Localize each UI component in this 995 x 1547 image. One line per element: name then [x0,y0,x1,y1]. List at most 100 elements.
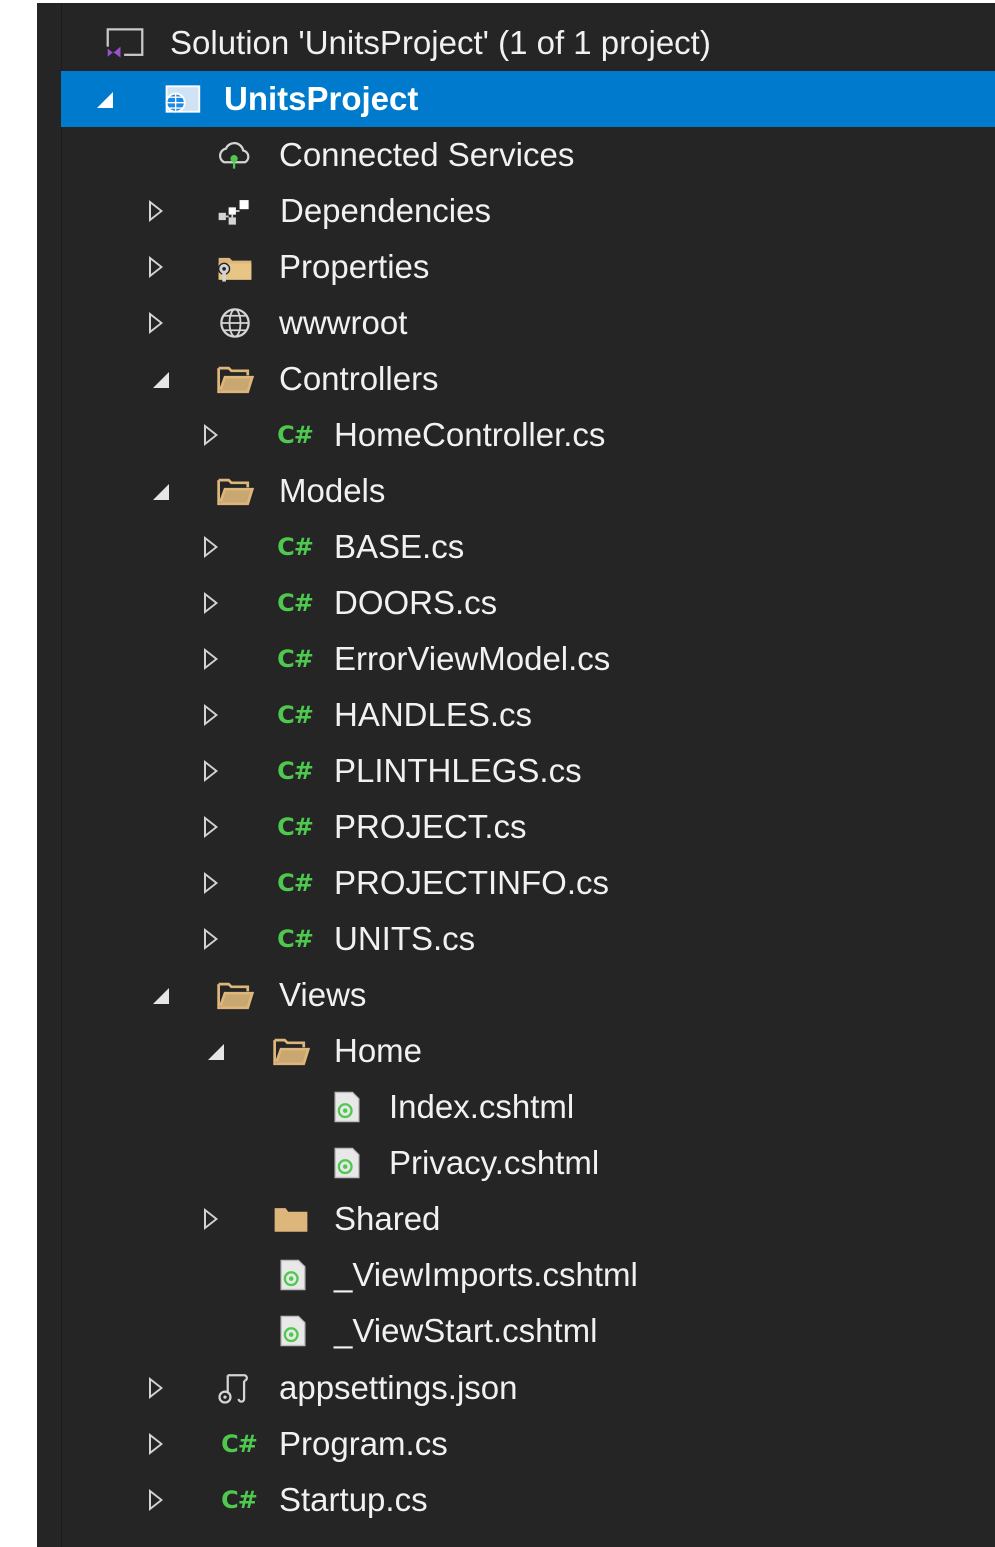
expand-arrow-icon[interactable] [196,631,226,687]
tree-row-dependencies[interactable]: Dependencies [37,183,995,239]
tree-row-solution[interactable]: Solution 'UnitsProject' (1 of 1 project) [37,15,995,71]
tree-label: appsettings.json [279,1369,518,1406]
tree-row-view-imports[interactable]: _ViewImports.cshtml [37,1247,995,1303]
csharp-file-icon: C# [275,585,315,621]
csharp-glyph: C# [221,1486,258,1514]
tree-row-connected-services[interactable]: Connected Services [37,127,995,183]
tree-label: Program.cs [279,1425,448,1462]
tree-label: DOORS.cs [334,584,498,621]
tree-row-home[interactable]: Home [37,1023,995,1079]
tree-row-project[interactable]: UnitsProject [61,71,995,127]
tree-row-handles[interactable]: C# HANDLES.cs [37,687,995,743]
tree-row-units[interactable]: C# UNITS.cs [37,911,995,967]
expand-arrow-icon[interactable] [196,519,226,575]
expand-arrow-icon[interactable] [196,743,226,799]
razor-file-icon [327,1145,367,1181]
expand-arrow-icon[interactable] [196,911,226,967]
tree-label: Dependencies [280,192,491,229]
web-project-icon [162,81,202,117]
tree-row-shared[interactable]: Shared [37,1191,995,1247]
tree-row-error-view-model[interactable]: C# ErrorViewModel.cs [37,631,995,687]
collapse-arrow-icon[interactable] [146,351,176,407]
tree-row-privacy[interactable]: Privacy.cshtml [37,1135,995,1191]
tree-label: ErrorViewModel.cs [334,640,611,677]
csharp-glyph: C# [277,645,314,673]
razor-file-icon [273,1257,313,1293]
tree-row-projectinfo[interactable]: C# PROJECTINFO.cs [37,855,995,911]
csharp-glyph: C# [277,701,314,729]
expand-arrow-icon[interactable] [141,239,171,295]
csharp-glyph: C# [277,757,314,785]
json-settings-file-icon [215,1370,255,1406]
expand-arrow-icon[interactable] [196,799,226,855]
csharp-file-icon: C# [275,921,315,957]
collapse-arrow-icon[interactable] [201,1023,231,1079]
csharp-file-icon: C# [275,417,315,453]
expand-arrow-icon[interactable] [141,1360,171,1416]
solution-label: Solution 'UnitsProject' (1 of 1 project) [170,24,711,61]
tree-row-doors[interactable]: C# DOORS.cs [37,575,995,631]
tree-label: BASE.cs [334,528,465,565]
folder-open-icon [215,361,255,397]
tree-label: HANDLES.cs [334,696,533,733]
tree-label: Controllers [279,360,439,397]
tree-row-properties[interactable]: Properties [37,239,995,295]
tree-row-models[interactable]: Models [37,463,995,519]
tree-label: Views [279,976,367,1013]
globe-icon [215,305,255,341]
expand-arrow-icon[interactable] [196,1191,226,1247]
csharp-glyph: C# [277,813,314,841]
expand-arrow-icon[interactable] [196,407,226,463]
csharp-glyph: C# [277,869,314,897]
razor-file-icon [273,1313,313,1349]
expand-arrow-icon[interactable] [141,295,171,351]
expand-arrow-icon[interactable] [196,855,226,911]
csharp-file-icon: C# [275,865,315,901]
tree-label: UNITS.cs [334,920,476,957]
folder-closed-icon [271,1201,311,1237]
csharp-file-icon: C# [275,809,315,845]
csharp-glyph: C# [277,589,314,617]
csharp-file-icon: C# [219,1482,259,1518]
tree-label: _ViewImports.cshtml [334,1256,638,1293]
expand-arrow-icon[interactable] [196,687,226,743]
collapse-arrow-icon[interactable] [146,463,176,519]
tree-row-base[interactable]: C# BASE.cs [37,519,995,575]
properties-wrench-folder-icon [215,249,255,285]
csharp-glyph: C# [277,533,314,561]
folder-open-icon [271,1033,311,1069]
expand-arrow-icon[interactable] [141,1416,171,1472]
csharp-file-icon: C# [275,753,315,789]
tree-label: Startup.cs [279,1481,428,1518]
csharp-glyph: C# [277,421,314,449]
collapse-arrow-icon[interactable] [146,967,176,1023]
tree-row-program[interactable]: C# Program.cs [37,1416,995,1472]
solution-explorer: Solution 'UnitsProject' (1 of 1 project)… [37,3,995,1547]
tree-row-plinthlegs[interactable]: C# PLINTHLEGS.cs [37,743,995,799]
csharp-file-icon: C# [275,641,315,677]
folder-open-icon [215,473,255,509]
tree-label: PROJECTINFO.cs [334,864,610,901]
razor-file-icon [327,1089,367,1125]
tree-row-home-controller[interactable]: C# HomeController.cs [37,407,995,463]
collapse-arrow-icon[interactable] [90,71,120,127]
expand-arrow-icon[interactable] [196,575,226,631]
expand-arrow-icon[interactable] [141,183,171,239]
tree-row-wwwroot[interactable]: wwwroot [37,295,995,351]
csharp-file-icon: C# [275,697,315,733]
tree-label: _ViewStart.cshtml [334,1312,598,1349]
tree-row-view-start[interactable]: _ViewStart.cshtml [37,1303,995,1359]
expand-arrow-icon[interactable] [141,1472,171,1528]
tree-row-appsettings[interactable]: appsettings.json [37,1360,995,1416]
tree-label: Models [279,472,386,509]
tree-row-startup[interactable]: C# Startup.cs [37,1472,995,1528]
tree-label: Privacy.cshtml [389,1144,600,1181]
tree-row-views[interactable]: Views [37,967,995,1023]
dependencies-icon [215,193,255,229]
csharp-file-icon: C# [219,1426,259,1462]
tree-label: wwwroot [279,304,408,341]
csharp-glyph: C# [221,1430,258,1458]
tree-row-project-cs[interactable]: C# PROJECT.cs [37,799,995,855]
tree-row-index[interactable]: Index.cshtml [37,1079,995,1135]
tree-row-controllers[interactable]: Controllers [37,351,995,407]
